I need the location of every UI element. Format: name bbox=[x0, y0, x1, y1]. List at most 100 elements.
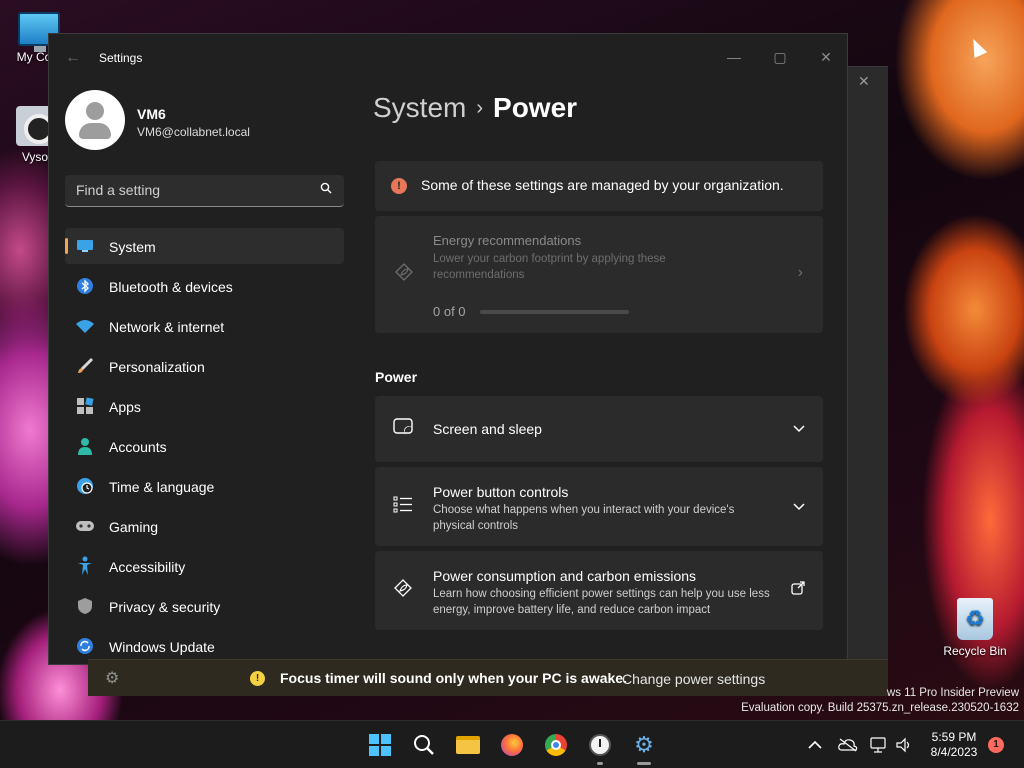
sidebar-item-label: Accessibility bbox=[109, 559, 186, 575]
volume-icon[interactable] bbox=[895, 721, 913, 768]
mouse-cursor-icon bbox=[966, 35, 988, 59]
sidebar-item-label: Bluetooth & devices bbox=[109, 279, 233, 295]
user-name: VM6 bbox=[137, 106, 166, 122]
person-icon bbox=[75, 436, 95, 456]
desktop-icon-recycle-bin[interactable]: ♻ Recycle Bin bbox=[940, 598, 1010, 658]
globe-clock-icon bbox=[75, 476, 95, 496]
row-title: Power button controls bbox=[433, 484, 569, 500]
search-icon bbox=[414, 735, 434, 755]
clock-app-icon bbox=[589, 734, 611, 756]
sidebar-item-label: System bbox=[109, 239, 156, 255]
energy-recommendations-card[interactable]: Energy recommendations Lower your carbon… bbox=[375, 216, 823, 333]
minimize-button[interactable]: — bbox=[711, 42, 757, 72]
user-profile[interactable]: VM6 VM6@collabnet.local bbox=[65, 90, 355, 150]
bluetooth-icon bbox=[75, 276, 95, 296]
sidebar-nav: System Bluetooth & devices Network & int… bbox=[65, 228, 344, 664]
external-link-icon[interactable] bbox=[791, 581, 805, 598]
settings-taskbar-button[interactable]: ⚙ bbox=[628, 729, 660, 765]
sidebar-item-bluetooth[interactable]: Bluetooth & devices bbox=[65, 268, 344, 304]
energy-count: 0 of 0 bbox=[433, 304, 466, 319]
sidebar-item-label: Personalization bbox=[109, 359, 205, 375]
avatar bbox=[65, 90, 125, 150]
brush-icon bbox=[75, 356, 95, 376]
desktop-icon-label: Recycle Bin bbox=[943, 644, 1007, 658]
chevron-right-icon: › bbox=[476, 97, 484, 119]
sidebar-item-label: Time & language bbox=[109, 479, 215, 495]
monitor-icon bbox=[75, 236, 95, 256]
section-heading-power: Power bbox=[375, 369, 418, 385]
folder-icon bbox=[456, 736, 480, 754]
clock-app-button[interactable] bbox=[584, 729, 616, 765]
sidebar-item-network[interactable]: Network & internet bbox=[65, 308, 344, 344]
maximize-button[interactable]: ▢ bbox=[757, 42, 803, 72]
row-title: Screen and sleep bbox=[433, 421, 542, 437]
notification-badge[interactable]: 1 bbox=[988, 737, 1004, 753]
sidebar-item-system[interactable]: System bbox=[65, 228, 344, 264]
sidebar-item-label: Gaming bbox=[109, 519, 159, 535]
screen-and-sleep-row[interactable]: Screen and sleep bbox=[375, 396, 823, 462]
close-icon[interactable]: ✕ bbox=[858, 73, 870, 90]
recycle-bin-icon: ♻ bbox=[957, 598, 993, 640]
managed-notice: ! Some of these settings are managed by … bbox=[375, 161, 823, 211]
watermark-line: ws 11 Pro Insider Preview bbox=[886, 687, 1019, 699]
gear-icon[interactable]: ⚙ bbox=[105, 668, 119, 688]
sidebar-item-apps[interactable]: Apps bbox=[65, 388, 344, 424]
taskbar-search-button[interactable] bbox=[408, 729, 440, 761]
system-clock[interactable]: 5:59 PM 8/4/2023 bbox=[928, 730, 980, 760]
desktop-icon-label: Vyso bbox=[21, 150, 49, 164]
sidebar-item-label: Windows Update bbox=[109, 639, 215, 655]
back-arrow-icon[interactable]: ← bbox=[65, 49, 81, 67]
start-button[interactable] bbox=[364, 729, 396, 761]
shield-icon bbox=[75, 596, 95, 616]
apps-icon bbox=[75, 396, 95, 416]
firefox-button[interactable] bbox=[496, 729, 528, 761]
wifi-icon bbox=[75, 316, 95, 336]
user-email: VM6@collabnet.local bbox=[137, 125, 250, 139]
cloud-offline-icon[interactable] bbox=[838, 721, 858, 768]
chevron-down-icon[interactable] bbox=[793, 498, 805, 514]
evaluation-watermark: ws 11 Pro Insider Preview Evaluation cop… bbox=[741, 686, 1019, 716]
sidebar-item-gaming[interactable]: Gaming bbox=[65, 508, 344, 544]
windows-logo-icon bbox=[369, 734, 391, 756]
sidebar-item-privacy[interactable]: Privacy & security bbox=[65, 588, 344, 624]
warning-icon: ! bbox=[250, 671, 265, 686]
list-icon bbox=[393, 495, 413, 518]
power-button-controls-row[interactable]: Power button controls Choose what happen… bbox=[375, 467, 823, 546]
running-indicator bbox=[637, 762, 651, 765]
chevron-up-icon[interactable] bbox=[808, 721, 822, 768]
firefox-icon bbox=[501, 734, 523, 756]
breadcrumb-parent[interactable]: System bbox=[373, 92, 466, 123]
leaf-icon bbox=[394, 263, 414, 286]
page-title: Power bbox=[493, 92, 578, 123]
sidebar-item-label: Apps bbox=[109, 399, 141, 415]
change-power-settings-link[interactable]: Change power settings bbox=[622, 671, 765, 687]
sidebar-item-personalization[interactable]: Personalization bbox=[65, 348, 344, 384]
update-icon bbox=[75, 636, 95, 656]
sidebar-item-accessibility[interactable]: Accessibility bbox=[65, 548, 344, 584]
power-consumption-row[interactable]: Power consumption and carbon emissions L… bbox=[375, 551, 823, 630]
file-explorer-button[interactable] bbox=[452, 729, 484, 761]
focus-message: Focus timer will sound only when your PC… bbox=[280, 670, 627, 686]
chrome-icon bbox=[545, 734, 567, 756]
gamepad-icon bbox=[75, 516, 95, 536]
notice-text: Some of these settings are managed by yo… bbox=[421, 177, 784, 193]
window-title: Settings bbox=[99, 51, 143, 65]
row-subtitle: Learn how choosing efficient power setti… bbox=[433, 588, 770, 616]
search-input[interactable] bbox=[76, 182, 306, 198]
sidebar-item-label: Network & internet bbox=[109, 319, 225, 335]
chevron-right-icon: › bbox=[797, 264, 803, 281]
close-button[interactable]: ✕ bbox=[803, 42, 847, 72]
search-box[interactable] bbox=[65, 175, 344, 207]
chevron-down-icon[interactable] bbox=[793, 420, 805, 436]
row-title: Power consumption and carbon emissions bbox=[433, 568, 697, 584]
sidebar-item-accounts[interactable]: Accounts bbox=[65, 428, 344, 464]
row-subtitle: Choose what happens when you interact wi… bbox=[433, 504, 735, 532]
sidebar-item-label: Accounts bbox=[109, 439, 167, 455]
sidebar-item-time-language[interactable]: Time & language bbox=[65, 468, 344, 504]
watermark-line: Evaluation copy. Build 25375.zn_release.… bbox=[741, 702, 1019, 714]
energy-subtitle: Lower your carbon footprint by applying … bbox=[433, 253, 666, 281]
network-icon[interactable] bbox=[870, 721, 888, 768]
chrome-button[interactable] bbox=[540, 729, 572, 761]
energy-progress-bar bbox=[480, 310, 629, 314]
search-icon[interactable] bbox=[320, 182, 332, 197]
